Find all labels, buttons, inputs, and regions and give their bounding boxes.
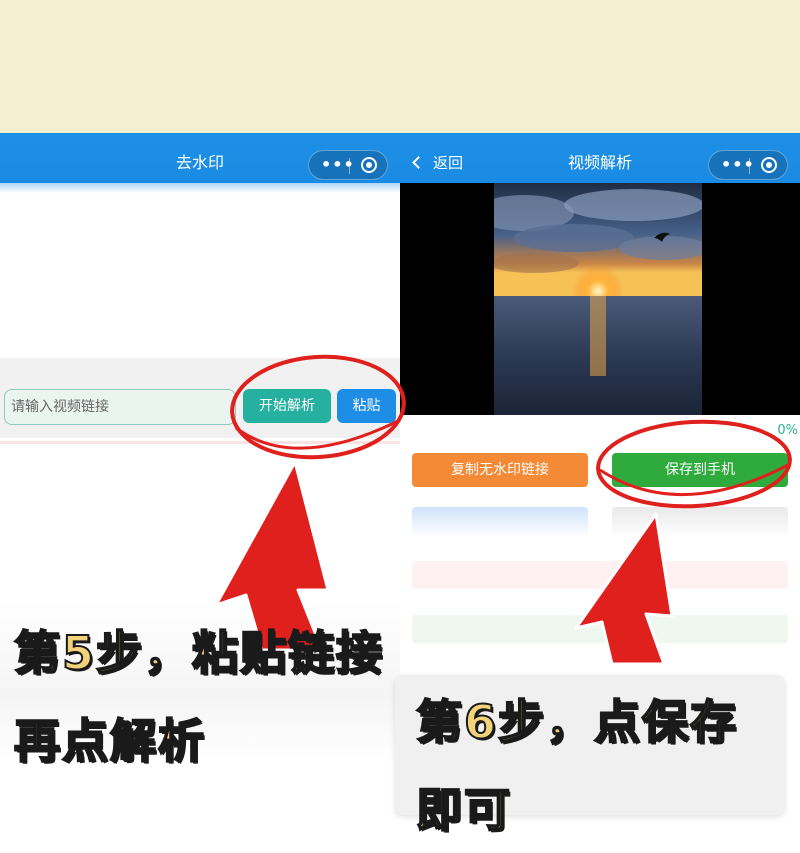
left-caption-line1: 第5步，粘贴链接	[13, 625, 385, 681]
red-circle-highlight-icon	[235, 418, 401, 450]
red-arrow-icon	[574, 512, 674, 666]
left-caption-line2: 再点解析	[13, 713, 206, 769]
red-circle-highlight-icon	[596, 419, 792, 509]
right-caption-line2: 即可	[415, 782, 512, 838]
right-caption-line1: 第6步，点保存	[415, 694, 739, 750]
